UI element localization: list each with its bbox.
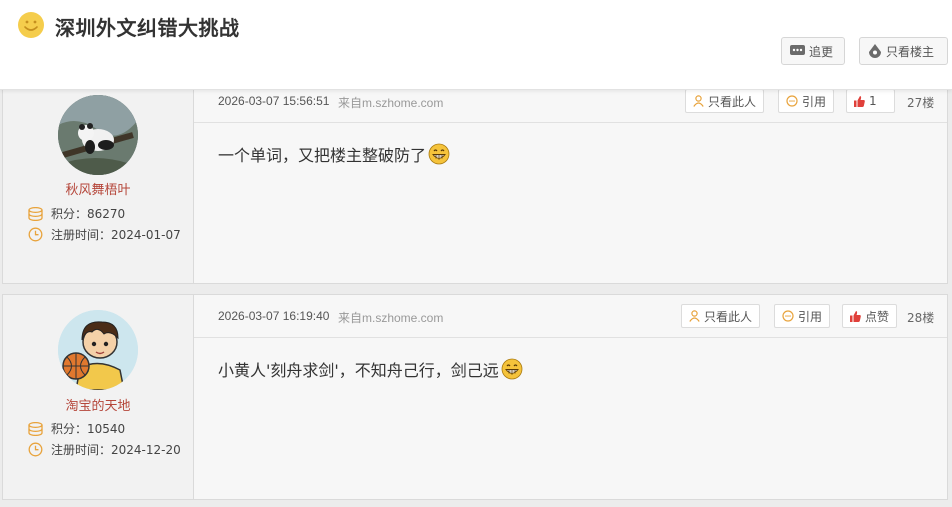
post-source[interactable]: 来自m.szhome.com <box>338 94 443 111</box>
quote-bubble-icon <box>782 310 794 322</box>
only-this-label: 只看此人 <box>708 94 757 109</box>
drop-person-icon <box>869 43 881 58</box>
username[interactable]: 秋风舞梧叶 <box>3 179 193 198</box>
only-this-button[interactable]: 只看此人 <box>681 304 761 328</box>
points-value: 10540 <box>87 422 126 436</box>
post-body: 2026-03-07 16:19:40 来自m.szhome.com 只看此人 … <box>194 295 947 499</box>
clock-icon <box>28 442 43 457</box>
thread-title: 深圳外文纠错大挑战 <box>55 16 240 40</box>
post-text: 一个单词，又把楼主整破防了 <box>218 146 427 165</box>
points-row: 积分：10540 <box>28 420 125 437</box>
reg-row: 注册时间：2024-12-20 <box>28 441 181 458</box>
panda-avatar-image <box>58 95 138 175</box>
author-panel: 秋风舞梧叶 积分：86270 注册时间：2024-01-07 <box>3 63 194 283</box>
post-content: 小黄人'刻舟求剑'，不知舟己行，剑己远 <box>218 357 523 381</box>
post-time: 2026-03-07 15:56:51 <box>218 94 330 108</box>
person-icon <box>693 95 704 107</box>
quote-bubble-icon <box>786 95 798 107</box>
reg-date: 2024-01-07 <box>111 228 181 242</box>
reg-label: 注册时间： <box>51 443 112 457</box>
post-content: 一个单词，又把楼主整破防了 <box>218 142 450 166</box>
grin-emoji-icon <box>501 358 523 380</box>
only-this-label: 只看此人 <box>704 309 753 324</box>
reg-date: 2024-12-20 <box>111 443 181 457</box>
author-panel: 淘宝的天地 积分：10540 注册时间：2024-12-20 <box>3 295 194 499</box>
smiley-face-icon <box>18 12 44 38</box>
coin-stack-icon <box>28 206 43 221</box>
follow-label: 追更 <box>809 44 834 59</box>
username[interactable]: 淘宝的天地 <box>3 395 193 414</box>
post-meta-bar: 2026-03-07 15:56:51 来自m.szhome.com 只看此人 … <box>194 85 947 123</box>
quote-button[interactable]: 引用 <box>778 89 835 113</box>
post-time: 2026-03-07 16:19:40 <box>218 309 330 323</box>
quote-button[interactable]: 引用 <box>774 304 831 328</box>
post-28: 淘宝的天地 积分：10540 注册时间：2024-12-20 2026-03-0… <box>2 294 948 500</box>
floor-number: 28楼 <box>907 311 935 325</box>
only-op-label: 只看楼主 <box>886 44 935 59</box>
floor-number: 27楼 <box>907 96 935 110</box>
coin-stack-icon <box>28 421 43 436</box>
avatar[interactable] <box>58 95 138 175</box>
thumbs-up-icon <box>854 95 865 107</box>
avatar[interactable] <box>58 310 138 390</box>
grin-emoji-icon <box>428 143 450 165</box>
like-count: 1 <box>869 94 877 108</box>
person-icon <box>689 310 700 322</box>
post-27: 秋风舞梧叶 积分：86270 注册时间：2024-01-07 2026-03-0… <box>2 62 948 284</box>
only-op-button[interactable]: 只看楼主 <box>859 37 948 65</box>
chat-bubble-icon <box>790 45 805 55</box>
post-meta-bar: 2026-03-07 16:19:40 来自m.szhome.com 只看此人 … <box>194 295 947 338</box>
follow-button[interactable]: 追更 <box>781 37 845 65</box>
reg-label: 注册时间： <box>51 228 112 242</box>
cartoon-boy-avatar-image <box>58 310 138 390</box>
points-value: 86270 <box>87 207 126 221</box>
quote-label: 引用 <box>798 309 823 324</box>
thread-header: 深圳外文纠错大挑战 追更 只看楼主 <box>0 0 952 90</box>
only-this-button[interactable]: 只看此人 <box>685 89 765 113</box>
like-label: 点赞 <box>865 309 890 324</box>
like-button[interactable]: 点赞 <box>842 304 898 328</box>
post-body: 2026-03-07 15:56:51 来自m.szhome.com 只看此人 … <box>194 63 947 283</box>
like-button[interactable]: 1 <box>846 89 895 113</box>
post-text: 小黄人'刻舟求剑'，不知舟己行，剑己远 <box>218 361 499 380</box>
points-label: 积分： <box>51 207 88 221</box>
points-row: 积分：86270 <box>28 205 125 222</box>
reg-row: 注册时间：2024-01-07 <box>28 226 181 243</box>
post-source[interactable]: 来自m.szhome.com <box>338 309 443 326</box>
clock-icon <box>28 227 43 242</box>
quote-label: 引用 <box>802 94 827 109</box>
points-label: 积分： <box>51 422 88 436</box>
thumbs-up-icon <box>850 310 861 322</box>
